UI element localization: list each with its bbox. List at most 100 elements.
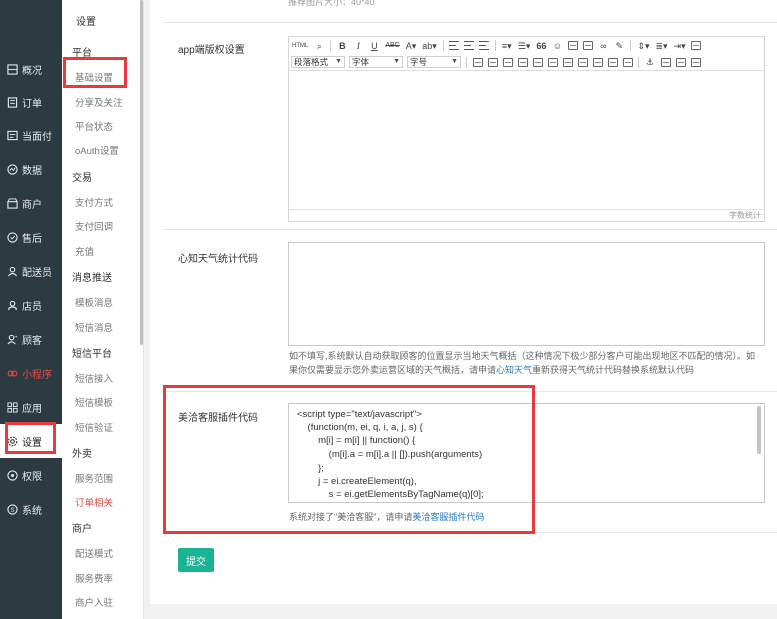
- nav-data[interactable]: 数据: [0, 152, 62, 186]
- fullscreen-icon[interactable]: [691, 41, 702, 50]
- submenu-order-related[interactable]: 订单相关: [75, 495, 113, 509]
- submenu-share-follow[interactable]: 分享及关注: [75, 95, 123, 109]
- submenu-sms-access[interactable]: 短信接入: [75, 371, 113, 385]
- nav-merchant[interactable]: 商户: [0, 186, 62, 220]
- nav-label: 店员: [22, 301, 42, 313]
- submenu-pay-methods[interactable]: 支付方式: [75, 195, 113, 209]
- paragraph-format-select[interactable]: 段落格式 ▼: [291, 56, 345, 68]
- split-cells-icon[interactable]: [562, 57, 573, 67]
- insert-col-icon[interactable]: [502, 57, 513, 67]
- nav-label: 系统: [22, 505, 42, 517]
- chevron-down-icon: ▼: [335, 58, 342, 65]
- nav-label: 售后: [22, 233, 42, 245]
- align-right-icon[interactable]: [479, 41, 490, 50]
- grid-icon[interactable]: [622, 57, 633, 67]
- weather-help-part-2: 重新获得天气统计代码替换系统默认代码: [532, 364, 695, 375]
- submenu-sms-msg[interactable]: 短信消息: [75, 320, 113, 334]
- submenu-delivery-mode[interactable]: 配送模式: [75, 546, 113, 560]
- submenu-recharge[interactable]: 充值: [75, 244, 94, 258]
- weather-apply-link[interactable]: 心知天气: [496, 365, 532, 375]
- submenu-scrollbar[interactable]: [140, 0, 143, 345]
- indent-icon[interactable]: ⇥▾: [674, 40, 686, 52]
- anchor-icon[interactable]: ⚓: [645, 56, 655, 68]
- template-icon[interactable]: [690, 57, 701, 67]
- delete-col-icon[interactable]: [532, 57, 543, 67]
- blockquote-icon[interactable]: 66: [536, 40, 546, 52]
- chevron-down-icon: ▼: [451, 58, 458, 65]
- group-trade: 交易: [72, 173, 92, 184]
- strikethrough-button[interactable]: ABC: [385, 40, 399, 52]
- nav-pay[interactable]: 当面付: [0, 118, 62, 152]
- highlight-settings-nav: [5, 422, 56, 454]
- align-center-icon[interactable]: [464, 41, 475, 50]
- image-icon[interactable]: [567, 41, 578, 50]
- editor-toolbar-row-1: HTML ⌕ B I U ABC A▾ ab▾ ≡▾ ☰▾ 66 ☺ ∞ ✎ ⇕…: [289, 37, 764, 54]
- courier-icon: [7, 266, 18, 277]
- preview-icon[interactable]: ⌕: [314, 40, 324, 52]
- submenu-platform-status[interactable]: 平台状态: [75, 119, 113, 133]
- aftersale-icon: [7, 231, 18, 243]
- insert-row-icon[interactable]: [487, 57, 498, 67]
- nav-permission[interactable]: 权限: [0, 458, 62, 492]
- nav-system[interactable]: S 系统: [0, 492, 62, 526]
- cell-props-icon[interactable]: [592, 57, 603, 67]
- underline-button[interactable]: U: [369, 40, 379, 52]
- merge-cells-icon[interactable]: [547, 57, 558, 67]
- line-height-icon[interactable]: ⇕▾: [637, 40, 649, 52]
- shop-icon: [7, 197, 18, 209]
- submenu-service-fee[interactable]: 服务费率: [75, 571, 113, 585]
- bold-button[interactable]: B: [337, 40, 347, 52]
- paragraph-format-value: 段落格式: [294, 57, 329, 67]
- italic-button[interactable]: I: [353, 40, 363, 52]
- emoji-icon[interactable]: ☺: [552, 40, 562, 52]
- nav-courier[interactable]: 配送员: [0, 254, 62, 288]
- nav-dashboard[interactable]: 概况: [0, 52, 62, 86]
- table-icon[interactable]: [472, 57, 483, 67]
- nav-customer[interactable]: 顾客: [0, 322, 62, 356]
- word-count: 字数统计: [289, 209, 764, 221]
- nav-apps[interactable]: 应用: [0, 390, 62, 424]
- submenu-title: 设置: [76, 17, 96, 28]
- rich-text-editor[interactable]: HTML ⌕ B I U ABC A▾ ab▾ ≡▾ ☰▾ 66 ☺ ∞ ✎ ⇕…: [288, 36, 765, 222]
- nav-miniapp[interactable]: 小程序: [0, 356, 62, 390]
- paragraph-spacing-icon[interactable]: ≣▾: [655, 40, 667, 52]
- video-icon[interactable]: [582, 41, 593, 50]
- submenu-sms-verify[interactable]: 短信验证: [75, 420, 113, 434]
- delete-table-icon[interactable]: [607, 57, 618, 67]
- data-icon: [7, 163, 18, 175]
- font-color-button[interactable]: A▾: [406, 40, 417, 52]
- toolbar-divider: [466, 56, 467, 68]
- delete-row-icon[interactable]: [517, 57, 528, 67]
- toolbar-divider: [442, 40, 444, 51]
- nav-label: 订单: [22, 98, 42, 110]
- ordered-list-icon[interactable]: ≡▾: [502, 40, 512, 52]
- nav-label: 应用: [22, 403, 42, 415]
- link-icon[interactable]: ∞: [598, 40, 608, 52]
- submenu-template-msg[interactable]: 模板消息: [75, 295, 113, 309]
- print-icon[interactable]: [675, 57, 686, 67]
- submenu-pay-callback[interactable]: 支付回调: [75, 219, 113, 233]
- submenu-merchant-join[interactable]: 商户入驻: [75, 595, 113, 609]
- font-family-select[interactable]: 字体 ▼: [349, 56, 403, 68]
- submit-button[interactable]: 提交: [178, 548, 214, 572]
- code-icon[interactable]: [660, 57, 671, 67]
- submenu-sms-template[interactable]: 短信模板: [75, 395, 113, 409]
- nav-orders[interactable]: 订单: [0, 85, 62, 119]
- svg-text:S: S: [11, 507, 15, 513]
- eraser-icon[interactable]: ✎: [614, 40, 624, 52]
- bg-color-button[interactable]: ab▾: [422, 40, 437, 52]
- font-size-select[interactable]: 字号 ▼: [407, 56, 461, 68]
- pay-icon: [7, 130, 18, 141]
- nav-label: 数据: [22, 165, 42, 177]
- table-props-icon[interactable]: [577, 57, 588, 67]
- submenu-oauth[interactable]: oAuth设置: [75, 143, 119, 157]
- align-left-icon[interactable]: [449, 41, 460, 50]
- unordered-list-icon[interactable]: ☰▾: [518, 40, 531, 52]
- submenu-service-range[interactable]: 服务范围: [75, 471, 113, 485]
- editor-toolbar-row-2: 段落格式 ▼ 字体 ▼ 字号 ▼ ⚓: [289, 54, 764, 71]
- weather-code-textarea[interactable]: [288, 242, 765, 346]
- html-source-button[interactable]: HTML: [292, 40, 308, 52]
- nav-aftersale[interactable]: 售后: [0, 220, 62, 254]
- code-scrollbar[interactable]: [757, 406, 761, 454]
- nav-clerk[interactable]: 店员: [0, 288, 62, 322]
